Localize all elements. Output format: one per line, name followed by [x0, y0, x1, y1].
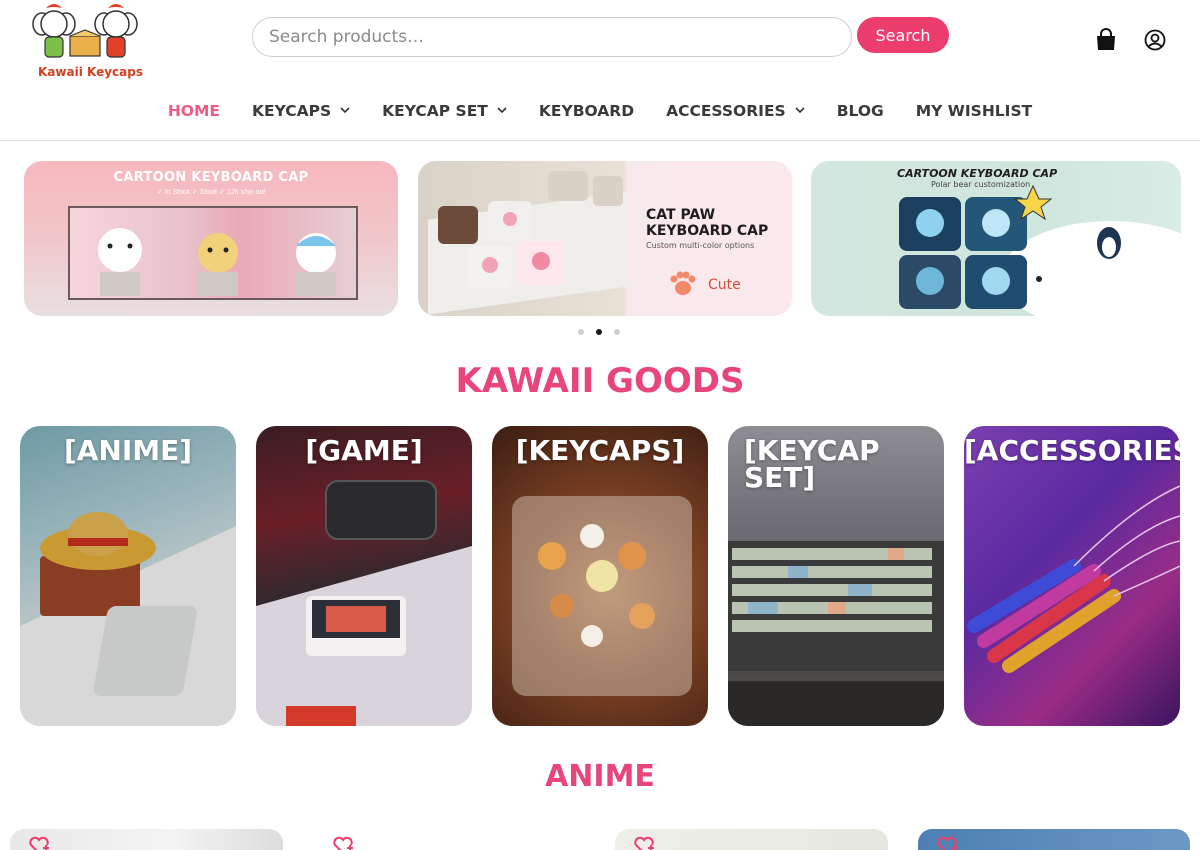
elephant-mascots-logo-icon [32, 4, 138, 58]
nav-item-home[interactable]: HOME [152, 102, 236, 120]
nav-item-blog[interactable]: BLOG [821, 102, 900, 120]
nav-label: KEYBOARD [538, 102, 635, 120]
section-title-kawaii-goods: KAWAII GOODS [455, 361, 745, 401]
chevron-down-icon [795, 106, 805, 113]
nav-item-accessories[interactable]: ACCESSORIES [650, 102, 821, 120]
category-label: [ACCESSORIES] [964, 434, 1180, 467]
category-label: [GAME] [305, 434, 423, 467]
chevron-down-icon [497, 106, 507, 113]
product-card[interactable] [10, 829, 283, 850]
banner-slide-cartoon-keycap[interactable]: CARTOON KEYBOARD CAP ✓ In Stock ✓ Stock … [24, 161, 398, 316]
heart-plus-icon[interactable] [633, 834, 655, 850]
nav-item-my-wishlist[interactable]: MY WISHLIST [900, 102, 1048, 120]
category-label: [KEYCAP SET] [728, 434, 944, 494]
logo[interactable]: Kawaii Keycaps [30, 2, 143, 82]
banner-title: CARTOON KEYBOARD CAP [113, 170, 309, 185]
slider-dot-active[interactable] [596, 329, 602, 335]
slider-pagination [578, 329, 620, 335]
category-card-keycap-set[interactable]: [KEYCAP SET] [728, 426, 944, 726]
slider-dot[interactable] [578, 329, 584, 335]
main-nav: HOME KEYCAPS KEYCAP SET KEYBOARD ACCESSO… [0, 96, 1200, 126]
site-header: Kawaii Keycaps Search HOME KEYCAPS KEYCA… [0, 0, 1200, 141]
heart-plus-icon[interactable] [936, 834, 958, 850]
polar-bear-keycaps-image [899, 184, 1181, 316]
section-title-anime: ANIME [545, 759, 655, 794]
heart-plus-icon[interactable] [332, 834, 354, 850]
category-card-game[interactable]: [GAME] [256, 426, 472, 726]
banner-subtitle: Custom multi-color options [646, 241, 755, 250]
category-card-keycaps[interactable]: [KEYCAPS] [492, 426, 708, 726]
category-card-anime[interactable]: [ANIME] [20, 426, 236, 726]
category-label-line: SET] [744, 461, 816, 494]
banner-subtitle: ✓ In Stock ✓ Stock ✓ 12h ship out [156, 189, 266, 196]
nav-item-keycaps[interactable]: KEYCAPS [236, 102, 366, 120]
search-input[interactable] [252, 17, 852, 57]
nav-label: HOME [167, 102, 220, 120]
category-label-line: [KEYCAP [744, 434, 880, 467]
paw-print-icon [670, 271, 696, 295]
banner-tag: Cute [708, 277, 741, 293]
banner-slide-cat-paw[interactable]: CAT PAW KEYBOARD CAP Custom multi-color … [418, 161, 792, 316]
resin-keycap-image [512, 496, 692, 696]
nav-label: KEYCAPS [251, 102, 332, 120]
shopping-bag-icon[interactable] [1095, 28, 1117, 52]
cat-paw-keycaps-image [428, 171, 628, 315]
nav-label: MY WISHLIST [915, 102, 1033, 120]
banner-slide-polar-bear-keycap[interactable]: CARTOON KEYBOARD CAP Polar bear customiz… [811, 161, 1181, 316]
user-account-icon[interactable] [1144, 29, 1166, 51]
nav-item-keycap-set[interactable]: KEYCAP SET [366, 102, 523, 120]
category-card-accessories[interactable]: [ACCESSORIES] [964, 426, 1180, 726]
nav-item-keyboard[interactable]: KEYBOARD [523, 102, 650, 120]
anime-keycap-image [20, 512, 236, 726]
cartoon-keycaps-image [98, 228, 336, 296]
game-keycap-image [256, 480, 472, 726]
search-button[interactable]: Search [857, 17, 949, 53]
nav-label: KEYCAP SET [382, 102, 488, 120]
product-card[interactable] [918, 829, 1190, 850]
coiled-cable-accessories-image [967, 485, 1180, 673]
heart-plus-icon[interactable] [28, 834, 50, 850]
product-card[interactable] [314, 829, 587, 850]
category-label: [KEYCAPS] [515, 434, 685, 467]
logo-text: Kawaii Keycaps [38, 65, 143, 79]
nav-label: BLOG [836, 102, 884, 120]
slider-dot[interactable] [614, 329, 620, 335]
category-label: [ANIME] [63, 434, 193, 467]
nav-label: ACCESSORIES [666, 102, 786, 120]
banner-title: CAT PAW KEYBOARD CAP [646, 207, 768, 239]
banner-image [68, 206, 358, 300]
product-card[interactable] [615, 829, 888, 850]
chevron-down-icon [340, 106, 350, 113]
banner-title-line: CAT PAW [646, 207, 716, 223]
banner-title-line: KEYBOARD CAP [646, 223, 769, 239]
